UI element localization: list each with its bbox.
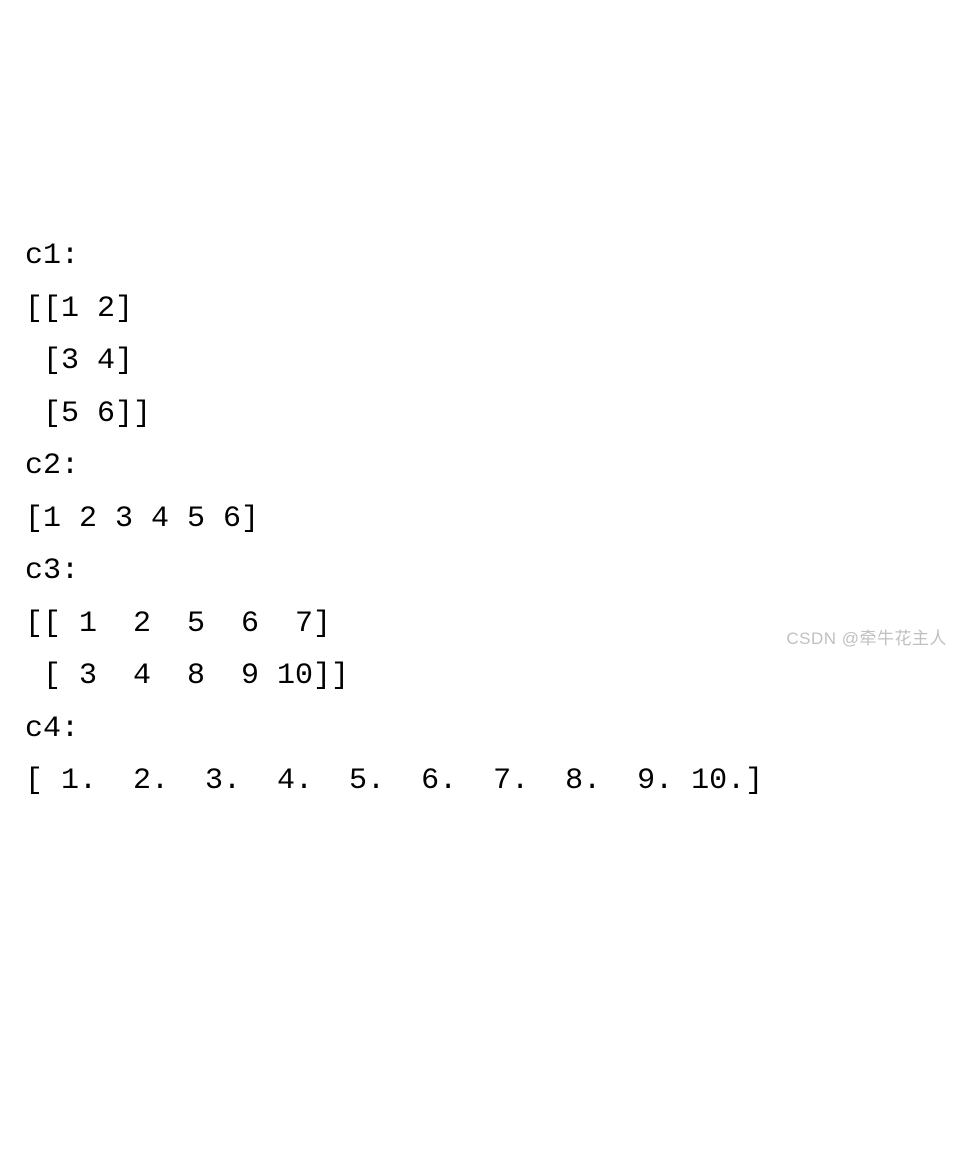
output-line-c1-label: c1: [25,230,942,283]
watermark-text: CSDN @牵牛花主人 [786,624,947,654]
output-line-c2-array: [1 2 3 4 5 6] [25,493,942,546]
output-line-c2-label: c2: [25,440,942,493]
output-line-c4-array: [ 1. 2. 3. 4. 5. 6. 7. 8. 9. 10.] [25,755,942,808]
output-line-c1-row2: [3 4] [25,335,942,388]
output-line-c4-label: c4: [25,703,942,756]
output-line-c1-row3: [5 6]] [25,388,942,441]
output-line-c1-row1: [[1 2] [25,283,942,336]
output-line-c3-row2: [ 3 4 8 9 10]] [25,650,942,703]
output-line-c3-label: c3: [25,545,942,598]
